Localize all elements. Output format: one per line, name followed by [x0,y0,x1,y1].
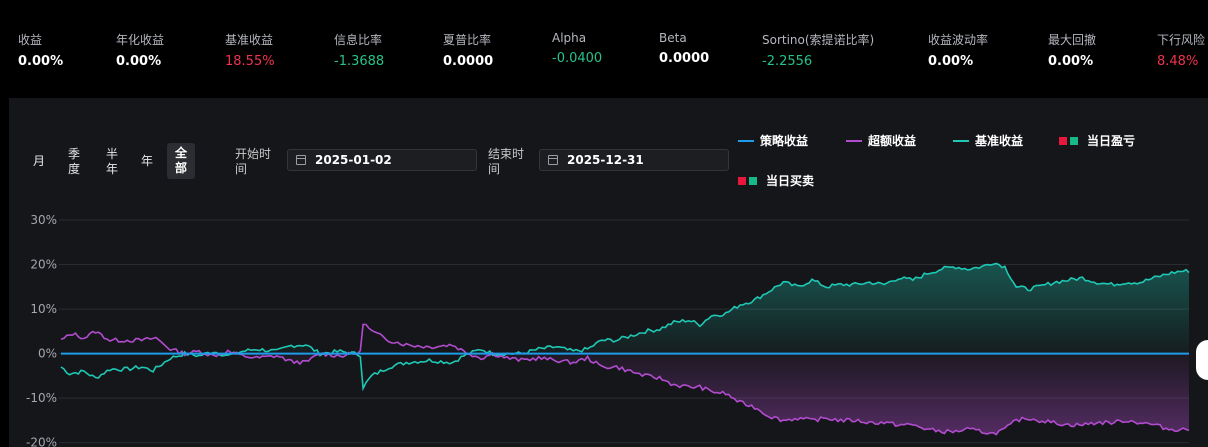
metric-downside-risk: 下行风险 8.48% [1157,31,1205,69]
metric-value: -0.0400 [552,51,603,66]
metric-label: 基准收益 [225,33,274,47]
metric-label: 年化收益 [116,33,165,47]
metric-return: 收益 0.00% [18,31,63,69]
y-tick-label: -20% [26,436,57,447]
returns-chart: 30% 20% 10% 0% -10% -20% [26,213,1190,447]
metric-label: 收益波动率 [928,33,989,47]
metrics-bar: 收益 0.00% 年化收益 0.00% 基准收益 18.55% 信息比率 -1.… [0,0,1208,98]
excess-area [61,353,1189,435]
metric-value: 0.0000 [659,51,710,66]
metric-value: 0.00% [18,54,64,69]
y-tick-label: 20% [30,258,57,272]
metric-benchmark-return: 基准收益 18.55% [225,31,275,69]
metric-label: Alpha [552,31,587,45]
metric-label: 夏普比率 [443,33,492,47]
y-tick-label: 30% [30,213,57,227]
y-tick-label: -10% [26,391,57,405]
metric-value: 8.48% [1157,54,1199,69]
metric-information-ratio: 信息比率 -1.3688 [334,31,384,69]
metric-label: 下行风险 [1157,33,1206,47]
metric-sortino: Sortino(索提诺比率) -2.2556 [762,31,874,69]
metric-value: 0.00% [116,54,162,69]
metric-value: 0.00% [1048,54,1094,69]
metric-value: 0.00% [928,54,974,69]
metric-volatility: 收益波动率 0.00% [928,31,988,69]
metric-value: -2.2556 [762,54,813,69]
metric-value: -1.3688 [334,54,385,69]
metric-value: 0.0000 [443,54,494,69]
metric-alpha: Alpha -0.0400 [552,31,602,66]
metric-label: Sortino(索提诺比率) [762,33,875,47]
metric-value: 18.55% [225,54,275,69]
y-tick-label: 0% [38,347,57,361]
y-axis-ticks: 30% 20% 10% 0% -10% -20% [26,213,57,447]
metric-label: Beta [659,31,687,45]
metric-label: 最大回撤 [1048,33,1097,47]
metric-label: 收益 [18,33,43,47]
metric-beta: Beta 0.0000 [659,31,709,66]
metric-annual-return: 年化收益 0.00% [116,31,164,69]
side-drawer-handle[interactable] [1196,340,1208,380]
metric-max-drawdown: 最大回撤 0.00% [1048,31,1096,69]
benchmark-area [61,263,1189,354]
metric-sharpe-ratio: 夏普比率 0.0000 [443,31,493,69]
chart-panel: 月 季 度 半 年 年 全 部 开始时 间 2025-01-02 结束时 间 2… [9,98,1208,447]
y-tick-label: 10% [30,302,57,316]
metric-label: 信息比率 [334,33,383,47]
